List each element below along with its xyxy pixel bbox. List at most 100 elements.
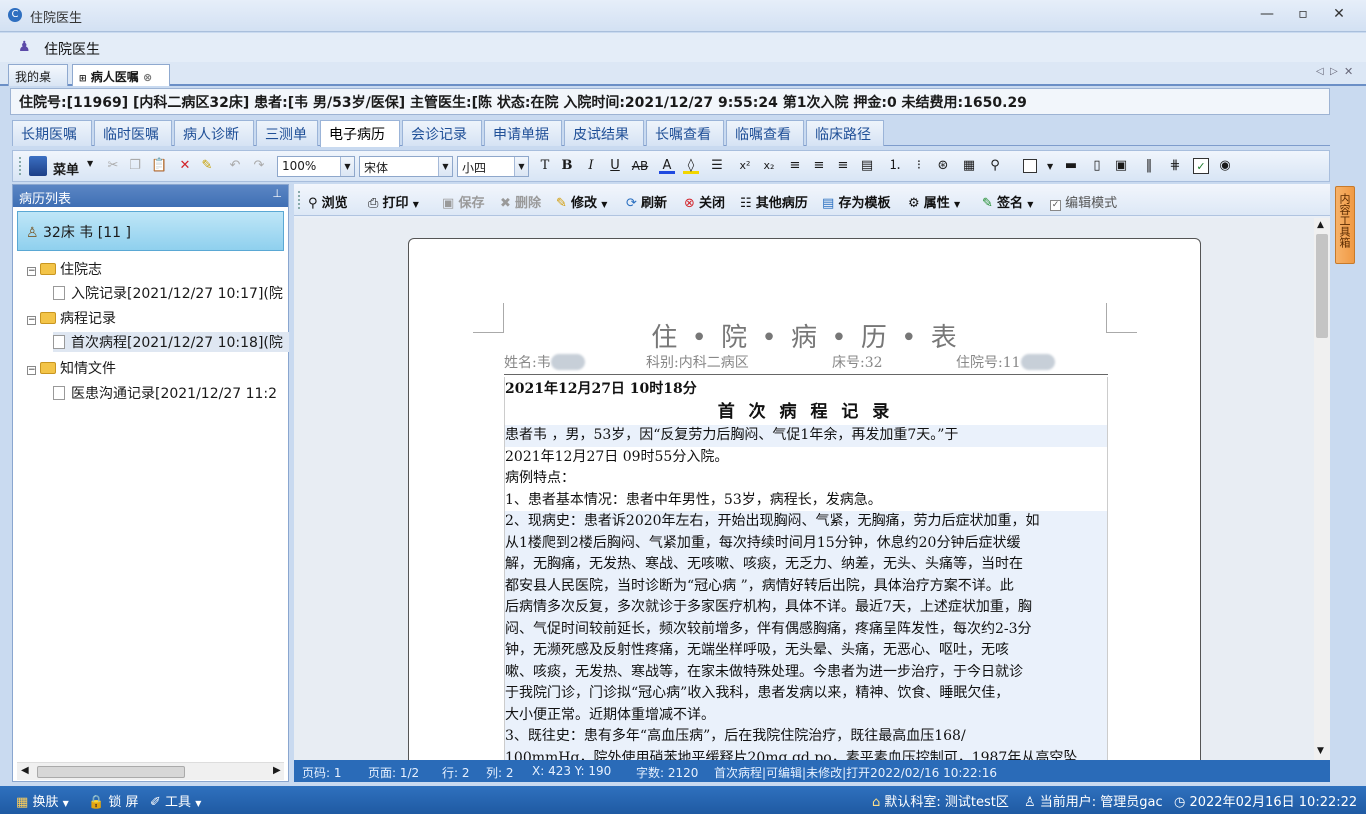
tools-button[interactable]: ✐ 工具 ▼ xyxy=(150,791,201,810)
cut-icon[interactable]: ✂ xyxy=(105,158,121,174)
tab-close-all-icon[interactable]: ✕ xyxy=(1344,65,1353,78)
tree-item-communication[interactable]: 医患沟通记录[2021/12/27 11:2 xyxy=(53,383,289,403)
browse-button[interactable]: ⚲ 浏览 xyxy=(308,192,348,211)
justify-icon[interactable]: ▤ xyxy=(859,158,875,174)
font-select[interactable]: 宋体 ▼ xyxy=(359,156,453,177)
delete-button[interactable]: ✖ 删除 xyxy=(500,192,541,211)
save-button[interactable]: ▣ 保存 xyxy=(442,192,484,211)
maximize-button[interactable]: ▫ xyxy=(1288,6,1318,26)
tab-temporary-orders[interactable]: 临时医嘱 xyxy=(94,120,172,146)
tab-long-term-orders[interactable]: 长期医嘱 xyxy=(12,120,92,146)
font-color-icon[interactable]: A xyxy=(659,158,675,174)
delete-icon[interactable]: ✕ xyxy=(177,158,193,174)
strikethrough-icon[interactable]: AB xyxy=(629,158,651,174)
special-char-icon[interactable]: ⊛ xyxy=(935,158,951,174)
tab-my-desktop[interactable]: 我的桌面 xyxy=(8,64,68,101)
align-right-icon[interactable]: ≡ xyxy=(835,158,851,174)
tree-node-admission[interactable]: − 住院志 xyxy=(27,259,102,279)
tab-vital-chart[interactable]: 三测单 xyxy=(256,120,318,146)
tab-skin-test[interactable]: 皮试结果 xyxy=(564,120,644,146)
highlight-icon[interactable]: ◊ xyxy=(683,158,699,174)
paste-icon[interactable]: 📋 xyxy=(151,158,167,174)
superscript-icon[interactable]: x² xyxy=(737,158,753,174)
image-icon[interactable]: ▣ xyxy=(1113,158,1129,174)
text-style-icon[interactable]: T xyxy=(537,158,553,174)
border-dropdown-icon[interactable]: ▼ xyxy=(1047,162,1053,171)
header-no-text: 住院号:11 xyxy=(956,355,1021,371)
minimize-button[interactable]: — xyxy=(1252,6,1282,26)
scroll-down-icon[interactable]: ▼ xyxy=(1317,746,1324,756)
edit-mode-toggle[interactable]: ✓ 编辑模式 xyxy=(1050,192,1117,211)
refresh-button[interactable]: ⟳ 刷新 xyxy=(626,192,667,211)
collapse-icon[interactable]: − xyxy=(27,267,36,276)
pin-icon[interactable]: ⊥ xyxy=(272,187,282,200)
line-icon[interactable]: ▬ xyxy=(1063,158,1079,174)
find-icon[interactable]: ⚲ xyxy=(987,158,1003,174)
print-button[interactable]: ⎙ 打印 ▼ xyxy=(368,192,419,211)
radio-icon[interactable]: ◉ xyxy=(1217,158,1233,174)
tab-scroll-right-icon[interactable]: ▷ xyxy=(1330,66,1338,77)
menu-dropdown-icon[interactable]: ▼ xyxy=(87,159,93,168)
collapse-icon[interactable]: − xyxy=(27,366,36,375)
tree-node-progress[interactable]: − 病程记录 xyxy=(27,308,116,328)
properties-button[interactable]: ⚙ 属性 ▼ xyxy=(908,192,960,211)
tree-node-consent[interactable]: − 知情文件 xyxy=(27,358,116,378)
tab-clinical-path[interactable]: 临床路径 xyxy=(806,120,884,146)
underline-icon[interactable]: U xyxy=(607,158,623,174)
vertical-scrollbar[interactable]: ▲ ▼ xyxy=(1314,218,1330,760)
redo-icon[interactable]: ↷ xyxy=(251,158,267,174)
record-body[interactable]: 患者韦 ，男，53岁，因“反复劳力后胸闷、气促1年余，再发加重7天。”于 202… xyxy=(505,425,1107,760)
tab-patient-orders[interactable]: ⊞ 病人医嘱 ⊗ xyxy=(72,64,170,86)
close-tab-icon[interactable]: ⊗ xyxy=(143,71,152,84)
collapse-icon[interactable]: − xyxy=(27,316,36,325)
editor-status-bar: 页码: 1 页面: 1/2 行: 2 列: 2 X: 423 Y: 190 字数… xyxy=(294,760,1330,782)
other-records-button[interactable]: ☷ 其他病历 xyxy=(740,192,808,211)
scroll-thumb[interactable] xyxy=(1316,234,1328,338)
scroll-up-icon[interactable]: ▲ xyxy=(1317,220,1324,230)
paragraph-icon[interactable]: ☰ xyxy=(709,158,725,174)
tab-temp-order-view[interactable]: 临嘱查看 xyxy=(726,120,804,146)
tab-long-order-view[interactable]: 长嘱查看 xyxy=(646,120,724,146)
scroll-right-icon[interactable]: ▶ xyxy=(273,765,281,776)
bullet-list-icon[interactable]: ⁝ xyxy=(911,158,927,174)
font-size-select[interactable]: 小四 ▼ xyxy=(457,156,529,177)
format-brush-icon[interactable]: ✎ xyxy=(199,158,215,174)
tab-consultation[interactable]: 会诊记录 xyxy=(402,120,482,146)
italic-icon[interactable]: I xyxy=(583,158,599,174)
tab-scroll-left-icon[interactable]: ◁ xyxy=(1316,66,1324,77)
barcode-icon[interactable]: ‖ xyxy=(1141,158,1157,174)
scroll-thumb[interactable] xyxy=(37,766,185,778)
align-left-icon[interactable]: ≡ xyxy=(787,158,803,174)
subscript-icon[interactable]: x₂ xyxy=(761,158,777,174)
scroll-left-icon[interactable]: ◀ xyxy=(21,765,29,776)
tab-requests[interactable]: 申请单据 xyxy=(484,120,562,146)
sign-button[interactable]: ✎ 签名 ▼ xyxy=(982,192,1033,211)
tree-item-admission-record[interactable]: 入院记录[2021/12/27 10:17](院 xyxy=(53,283,289,303)
tab-emr[interactable]: 电子病历 xyxy=(320,120,400,147)
menu-button[interactable]: 菜单 xyxy=(53,159,79,178)
split-icon[interactable]: ⋕ xyxy=(1167,158,1183,174)
document-page[interactable]: 住 • 院 • 病 • 历 • 表 姓名:韦 科别:内科二病区 床号:32 住院… xyxy=(408,238,1201,760)
align-center-icon[interactable]: ≡ xyxy=(811,158,827,174)
numbered-list-icon[interactable]: ⒈ xyxy=(887,158,903,174)
content-toolbox-tab[interactable]: 内容工具箱 xyxy=(1335,186,1355,264)
checkbox-icon[interactable]: ✓ xyxy=(1050,200,1061,211)
skin-button[interactable]: ▦ 换肤 ▼ xyxy=(16,791,69,810)
horizontal-scrollbar[interactable]: ◀ ▶ xyxy=(17,762,284,780)
modify-button[interactable]: ✎ 修改 ▼ xyxy=(556,192,607,211)
border-icon[interactable] xyxy=(1023,159,1037,173)
close-record-button[interactable]: ⊗ 关闭 xyxy=(684,192,725,211)
close-window-button[interactable]: ✕ xyxy=(1324,6,1354,26)
zoom-select[interactable]: 100% ▼ xyxy=(277,156,355,177)
undo-icon[interactable]: ↶ xyxy=(227,158,243,174)
page-icon[interactable]: ▯ xyxy=(1089,158,1105,174)
save-template-button[interactable]: ▤ 存为模板 xyxy=(822,192,890,211)
table-icon[interactable]: ▦ xyxy=(961,158,977,174)
copy-icon[interactable]: ❐ xyxy=(127,158,143,174)
patient-card[interactable]: ♙ 32床 韦 [11 ] xyxy=(17,211,284,251)
bold-icon[interactable]: B xyxy=(559,158,575,174)
lock-screen-button[interactable]: 🔒 锁 屏 xyxy=(88,791,138,810)
tree-item-first-progress[interactable]: 首次病程[2021/12/27 10:18](院 xyxy=(53,332,289,352)
checkbox-icon[interactable]: ✓ xyxy=(1193,158,1209,174)
tab-diagnosis[interactable]: 病人诊断 xyxy=(174,120,254,146)
